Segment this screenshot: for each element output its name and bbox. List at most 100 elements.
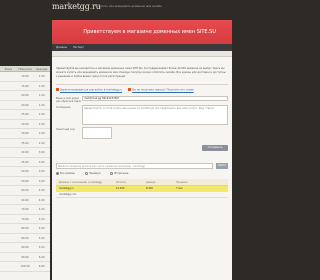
price-buy: 90.00 [21, 246, 29, 249]
submit-row: Отправить [56, 139, 228, 151]
table-row[interactable]: marketgg.com [56, 191, 228, 198]
price-buy: 50.00 [21, 179, 29, 183]
price-rent: 4.00 [38, 198, 45, 202]
price-rent: 2.00 [38, 132, 45, 135]
price-rent: 3.00 [38, 170, 45, 173]
main-panel: Приветствуем в магазине доменных имен SI… [52, 20, 232, 280]
price-zone [0, 110, 17, 119]
price-buy: 60.00 [21, 198, 29, 202]
price-row: 60.00 4.00 [0, 196, 50, 205]
filter-secondary[interactable]: Вторичные [110, 171, 129, 175]
price-col-rent: Аренда [35, 67, 48, 71]
filter-secondary-label: Вторичные [114, 171, 129, 175]
price-rent: 3.00 [38, 151, 45, 154]
rent-price [146, 192, 176, 197]
price-zone [0, 129, 17, 138]
nav-item-expert[interactable]: Эксперт [73, 46, 84, 49]
main-nav: Домены Эксперт [52, 44, 232, 51]
price-table: Зона Покупка Аренда 10.00 1.00 15.00 1.00 20… [0, 66, 50, 280]
submit-button[interactable]: Отправить [202, 144, 228, 151]
right-gutter [232, 20, 280, 280]
price-rent: 6.00 [38, 255, 45, 259]
price-row: 25.00 2.00 [0, 110, 50, 120]
message-field[interactable]: Здравствуйте, я готов купить ваш домен з… [82, 104, 228, 125]
price-rent: 1.00 [38, 75, 45, 78]
price-zone [0, 101, 17, 110]
sale-term [176, 192, 206, 197]
price-zone [0, 224, 17, 233]
col-sale[interactable]: Продажа [176, 179, 206, 185]
price-col-buy: Покупка [18, 67, 32, 71]
logo-main: marketgg [52, 2, 90, 11]
price-rent: 3.00 [38, 179, 45, 183]
price-buy: 30.00 [21, 132, 29, 135]
key-icon [128, 88, 132, 92]
domain-search: Введите название домена или часть назван… [56, 162, 228, 169]
price-rent: 5.00 [38, 246, 45, 249]
price-rent: 5.00 [38, 236, 45, 240]
filter-all-label: Все домены [60, 171, 76, 175]
radio-icon [56, 171, 59, 175]
search-input[interactable]: Введите название домена или часть назван… [56, 162, 213, 169]
user-icon [56, 88, 59, 92]
price-row: 50.00 3.00 [0, 177, 50, 186]
search-button[interactable]: Найти [216, 162, 228, 169]
domains-table-header: Домены с окончанием (.marketgg) Регистр.… [56, 178, 228, 186]
price-buy: 90.00 [21, 255, 29, 259]
price-row: 70.00 5.00 [0, 215, 50, 224]
price-row: 20.00 1.00 [0, 101, 50, 110]
price-zone [0, 158, 17, 167]
banner-title: Приветствуем в магазине доменных имен SI… [83, 29, 216, 35]
email-field[interactable]: mail@mail.gg 89161234567 [82, 95, 228, 101]
filter-all[interactable]: Все домены [56, 171, 76, 175]
price-zone [0, 262, 17, 271]
price-rent: 1.00 [38, 103, 45, 107]
price-row: 40.00 3.00 [0, 148, 50, 158]
price-buy: 80.00 [21, 227, 29, 230]
price-rent: 3.00 [38, 160, 45, 164]
captcha-field[interactable] [82, 126, 112, 139]
domain-name[interactable]: marketgg.com [56, 192, 116, 197]
price-row: 15.00 1.00 [0, 82, 50, 91]
price-zone [0, 167, 17, 176]
price-zone [0, 243, 17, 252]
price-row: 90.00 5.00 [0, 243, 50, 253]
price-row: 70.00 4.00 [0, 205, 50, 215]
price-zone [0, 215, 17, 224]
price-zone [0, 196, 17, 205]
price-row: 35.00 2.00 [0, 139, 50, 148]
filter-premium-label: Премиум [89, 171, 101, 175]
price-rent: 2.00 [38, 141, 45, 145]
col-rent[interactable]: Аренда [146, 179, 176, 185]
top-bar: marketgg.ru — купить или арендовать доме… [0, 0, 280, 20]
price-row: 60.00 4.00 [0, 186, 50, 196]
register-link[interactable]: Зарегистрироваться или войти в marketgg.… [56, 88, 122, 92]
col-register[interactable]: Регистр. [116, 179, 146, 185]
price-rent: 4.00 [38, 189, 45, 192]
price-rent: 6.00 [38, 265, 45, 268]
radio-icon [85, 171, 89, 175]
intro-text: Здравствуйте вы находитесь в магазине до… [56, 67, 226, 78]
price-buy: 15.00 [21, 84, 29, 88]
message-label: Сообщение [56, 105, 71, 109]
price-buy: 60.00 [21, 189, 29, 192]
col-domain[interactable]: Домены с окончанием (.marketgg) [56, 179, 116, 185]
nav-item-domains[interactable]: Домены [56, 46, 67, 49]
register-link-label: Зарегистрироваться или войти в marketgg.… [60, 88, 123, 92]
password-link[interactable]: Вы не получили пароль? Получить его снов… [128, 88, 194, 92]
price-row: 30.00 2.00 [0, 120, 50, 129]
price-rent: 1.00 [38, 84, 45, 88]
price-buy: 45.00 [21, 160, 29, 164]
search-filters: Все домены Премиум Вторичные [56, 171, 228, 175]
price-row: 80.00 5.00 [0, 234, 50, 243]
welcome-banner: Приветствуем в магазине доменных имен SI… [52, 20, 232, 44]
site-logo[interactable]: marketgg.ru [52, 2, 101, 11]
filter-premium[interactable]: Премиум [85, 171, 101, 175]
domains-table: Домены с окончанием (.marketgg) Регистр.… [56, 178, 228, 198]
price-buy: 70.00 [21, 208, 29, 211]
price-rent: 1.00 [38, 94, 45, 97]
account-links: Зарегистрироваться или войти в marketgg.… [56, 88, 228, 92]
price-rent: 4.00 [38, 208, 45, 211]
price-row: 100.00 6.00 [0, 262, 50, 272]
price-rent: 5.00 [38, 227, 45, 230]
